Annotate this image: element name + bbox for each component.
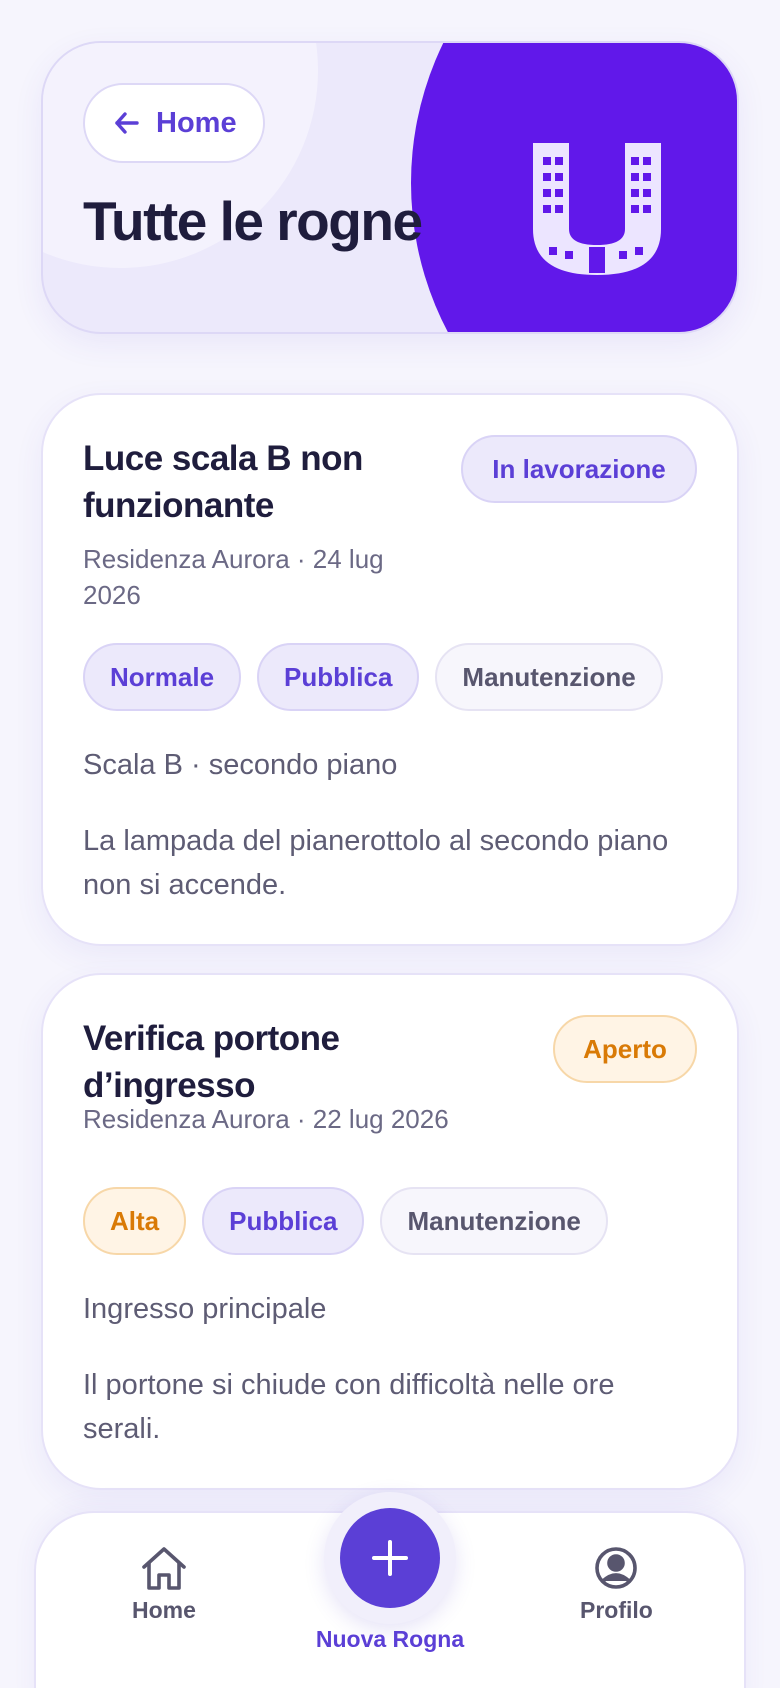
nav-home[interactable]: Home bbox=[132, 1543, 196, 1624]
issue-title: Luce scala B non funzionante bbox=[83, 439, 363, 525]
status-badge: Aperto bbox=[553, 1015, 697, 1083]
status-badge: In lavorazione bbox=[461, 435, 697, 503]
issue-description: Il portone si chiude con difficoltà nell… bbox=[83, 1369, 615, 1445]
issue-meta: Residenza Aurora · 22 lug 2026 bbox=[83, 1104, 449, 1134]
building-u-logo bbox=[533, 143, 661, 275]
issue-card[interactable]: Verifica portone d’ingresso Aperto Resid… bbox=[41, 973, 739, 1490]
nav-profile-label: Profilo bbox=[580, 1597, 653, 1623]
issue-tags: Normale Pubblica Manutenzione bbox=[83, 643, 663, 711]
new-issue-label[interactable]: Nuova Rogna bbox=[290, 1626, 490, 1653]
priority-tag: Alta bbox=[83, 1187, 187, 1255]
category-tag: Manutenzione bbox=[380, 1187, 608, 1255]
new-issue-button[interactable] bbox=[340, 1508, 440, 1608]
issue-meta: Residenza Aurora · 24 lug 2026 bbox=[83, 544, 384, 610]
visibility-tag: Pubblica bbox=[257, 643, 420, 711]
visibility-tag: Pubblica bbox=[202, 1187, 365, 1255]
issue-tags: Alta Pubblica Manutenzione bbox=[83, 1187, 608, 1255]
user-circle-icon bbox=[595, 1547, 638, 1589]
nav-home-label: Home bbox=[132, 1597, 196, 1623]
issue-card[interactable]: Luce scala B non funzionante In lavorazi… bbox=[41, 393, 739, 946]
plus-icon bbox=[372, 1540, 408, 1576]
back-home-button[interactable]: Home bbox=[83, 83, 265, 163]
back-button-label: Home bbox=[156, 106, 237, 139]
issue-location: Ingresso principale bbox=[83, 1293, 327, 1325]
issue-location: Scala B · secondo piano bbox=[83, 749, 398, 781]
header-card: Home Tutte le rogne bbox=[41, 41, 739, 334]
page-title: Tutte le rogne bbox=[83, 190, 423, 252]
issue-title: Verifica portone d’ingresso bbox=[83, 1019, 340, 1105]
issue-description: La lampada del pianerottolo al secondo p… bbox=[83, 825, 669, 901]
home-icon bbox=[142, 1547, 186, 1590]
priority-tag: Normale bbox=[83, 643, 242, 711]
nav-profile[interactable]: Profilo bbox=[580, 1543, 653, 1624]
category-tag: Manutenzione bbox=[435, 643, 663, 711]
arrow-left-icon bbox=[115, 112, 139, 134]
